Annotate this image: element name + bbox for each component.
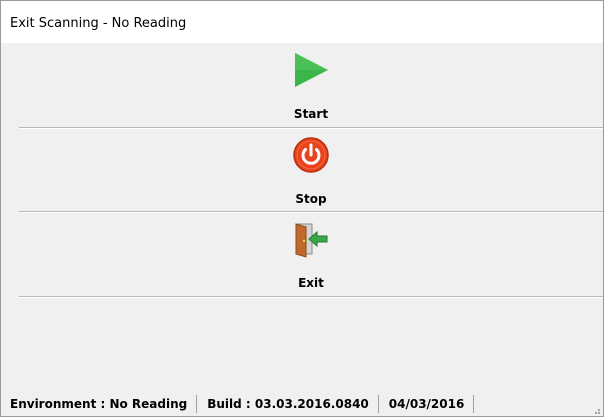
window-title: Exit Scanning - No Reading bbox=[10, 16, 187, 31]
status-environment: Environment : No Reading bbox=[1, 395, 198, 413]
play-icon bbox=[292, 51, 330, 89]
status-bar: Environment : No Reading Build : 03.03.2… bbox=[1, 392, 603, 416]
title-bar: Exit Scanning - No Reading bbox=[1, 1, 603, 43]
start-label: Start bbox=[293, 107, 329, 121]
power-icon bbox=[292, 136, 330, 174]
resize-grip-icon[interactable] bbox=[591, 404, 601, 414]
exit-button[interactable]: Exit bbox=[19, 212, 603, 297]
stop-label: Stop bbox=[295, 192, 327, 206]
exit-label: Exit bbox=[298, 276, 324, 290]
exit-door-icon bbox=[292, 220, 330, 258]
app-window: Exit Scanning - No Reading Start Stop Ex… bbox=[0, 0, 604, 417]
start-button[interactable]: Start bbox=[19, 43, 603, 128]
divider bbox=[19, 296, 603, 298]
status-date: 04/03/2016 bbox=[389, 395, 475, 413]
stop-button[interactable]: Stop bbox=[19, 128, 603, 213]
status-build: Build : 03.03.2016.0840 bbox=[207, 395, 379, 413]
main-content: Start Stop Exit bbox=[1, 43, 603, 392]
